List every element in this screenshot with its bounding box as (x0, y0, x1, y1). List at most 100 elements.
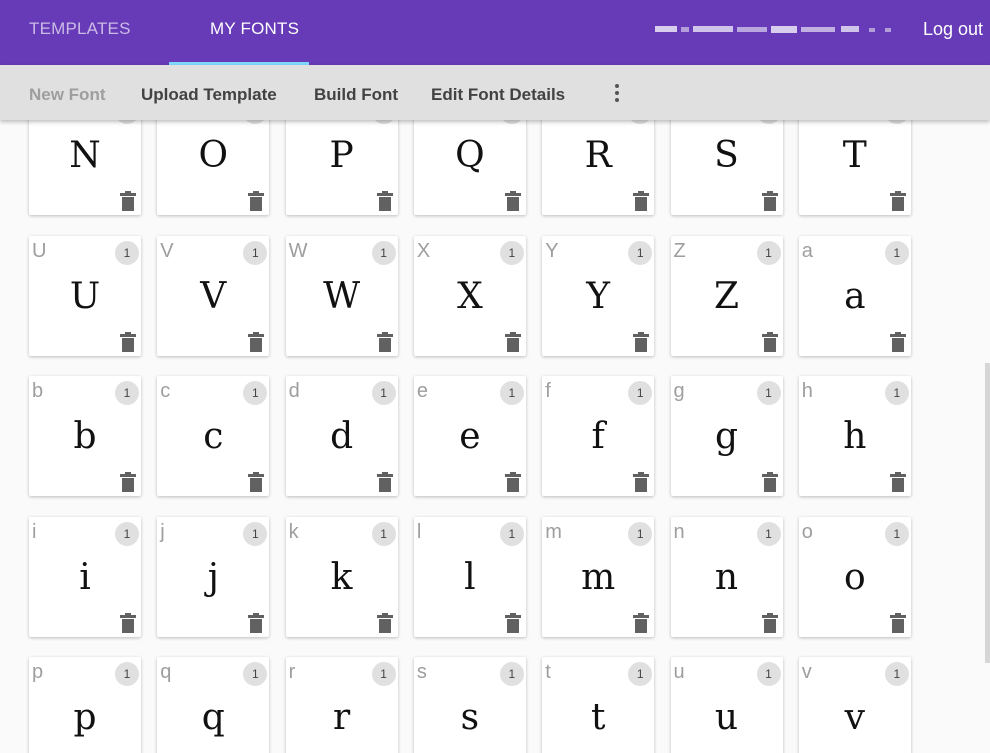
glyph-count-badge[interactable]: 1 (756, 521, 781, 546)
glyph-count-badge[interactable]: 1 (884, 521, 909, 546)
trash-icon[interactable] (504, 191, 522, 211)
glyph-card[interactable]: s1s (413, 657, 526, 753)
trash-icon[interactable] (632, 331, 650, 352)
glyph-card[interactable]: Z1Z (670, 235, 783, 356)
trash-icon[interactable] (247, 191, 265, 211)
trash-icon[interactable] (761, 331, 779, 352)
glyph-card[interactable]: g1g (670, 376, 783, 496)
glyph-count-badge[interactable]: 1 (115, 381, 139, 405)
glyph-count-badge[interactable]: 1 (628, 381, 653, 405)
trash-icon[interactable] (376, 472, 394, 492)
edit-font-details-button[interactable]: Edit Font Details (431, 65, 565, 120)
glyph-count-badge[interactable]: 1 (756, 240, 781, 265)
trash-icon[interactable] (889, 472, 907, 492)
glyph-count-badge[interactable]: 1 (499, 240, 524, 265)
glyph-card[interactable]: c1c (157, 376, 270, 496)
glyph-card[interactable]: b1b (29, 376, 141, 496)
glyph-card[interactable]: T 1 T (798, 120, 911, 215)
glyph-count-badge[interactable]: 1 (243, 662, 268, 686)
glyph-card[interactable]: t1t (542, 657, 655, 753)
glyph-count-badge[interactable]: 1 (756, 381, 781, 405)
trash-icon[interactable] (247, 331, 265, 352)
glyph-count-badge[interactable]: 1 (243, 120, 268, 124)
logout-button[interactable]: Log out (923, 0, 983, 58)
glyph-count-badge[interactable]: 1 (756, 120, 781, 124)
trash-icon[interactable] (119, 331, 137, 352)
glyph-card[interactable]: e1e (413, 376, 526, 496)
glyph-card[interactable]: N 1 N (29, 120, 141, 215)
glyph-count-badge[interactable]: 1 (371, 120, 396, 124)
glyph-card[interactable]: h1h (798, 376, 911, 496)
glyph-count-badge[interactable]: 1 (115, 662, 139, 686)
trash-icon[interactable] (632, 612, 650, 633)
trash-icon[interactable] (247, 612, 265, 633)
glyph-count-badge[interactable]: 1 (371, 521, 396, 546)
glyph-card[interactable]: X1X (413, 235, 526, 356)
glyph-count-badge[interactable]: 1 (243, 381, 268, 405)
trash-icon[interactable] (761, 191, 779, 211)
glyph-card[interactable]: u1u (670, 657, 783, 753)
glyph-card[interactable]: O 1 O (157, 120, 270, 215)
glyph-count-badge[interactable]: 1 (115, 521, 139, 546)
glyph-card[interactable]: v1v (798, 657, 911, 753)
trash-icon[interactable] (376, 191, 394, 211)
glyph-card[interactable]: k1k (285, 516, 398, 637)
glyph-count-badge[interactable]: 1 (499, 521, 524, 546)
trash-icon[interactable] (247, 472, 265, 492)
glyph-card[interactable]: V1V (157, 235, 270, 356)
trash-icon[interactable] (761, 612, 779, 633)
glyph-card[interactable]: a1a (798, 235, 911, 356)
new-font-button[interactable]: New Font (29, 65, 106, 120)
glyph-count-badge[interactable]: 1 (371, 662, 396, 686)
trash-icon[interactable] (376, 612, 394, 633)
glyph-card[interactable]: i1i (29, 516, 141, 637)
glyph-count-badge[interactable]: 1 (499, 662, 524, 686)
glyph-card[interactable]: S 1 S (670, 120, 783, 215)
glyph-card[interactable]: R 1 R (542, 120, 655, 215)
trash-icon[interactable] (504, 612, 522, 633)
glyph-card[interactable]: P 1 P (285, 120, 398, 215)
trash-icon[interactable] (889, 331, 907, 352)
trash-icon[interactable] (889, 612, 907, 633)
trash-icon[interactable] (119, 191, 137, 211)
glyph-count-badge[interactable]: 1 (628, 240, 653, 265)
glyph-card[interactable]: l1l (413, 516, 526, 637)
glyph-count-badge[interactable]: 1 (628, 662, 653, 686)
glyph-card[interactable]: q1q (157, 657, 270, 753)
glyph-card[interactable]: f1f (542, 376, 655, 496)
glyph-count-badge[interactable]: 1 (628, 120, 653, 124)
trash-icon[interactable] (632, 472, 650, 492)
glyph-count-badge[interactable]: 1 (499, 381, 524, 405)
glyph-card[interactable]: m1m (542, 516, 655, 637)
glyph-card[interactable]: W1W (285, 235, 398, 356)
glyph-count-badge[interactable]: 1 (628, 521, 653, 546)
glyph-count-badge[interactable]: 1 (884, 240, 909, 265)
scrollbar[interactable] (985, 363, 990, 663)
build-font-button[interactable]: Build Font (314, 65, 398, 120)
glyph-count-badge[interactable]: 1 (756, 662, 781, 686)
trash-icon[interactable] (504, 472, 522, 492)
tab-my-fonts[interactable]: MY FONTS (210, 0, 299, 65)
glyph-card[interactable]: Q 1 Q (413, 120, 526, 215)
glyph-count-badge[interactable]: 1 (499, 120, 524, 124)
glyph-count-badge[interactable]: 1 (371, 381, 396, 405)
glyph-card[interactable]: Y1Y (542, 235, 655, 356)
glyph-card[interactable]: o1o (798, 516, 911, 637)
glyph-count-badge[interactable]: 1 (884, 120, 909, 124)
trash-icon[interactable] (889, 191, 907, 211)
trash-icon[interactable] (504, 331, 522, 352)
more-vert-icon[interactable] (612, 84, 622, 104)
glyph-card[interactable]: r1r (285, 657, 398, 753)
glyph-count-badge[interactable]: 1 (115, 120, 139, 124)
upload-template-button[interactable]: Upload Template (141, 65, 277, 120)
glyph-count-badge[interactable]: 1 (884, 381, 909, 405)
glyph-count-badge[interactable]: 1 (115, 240, 139, 265)
glyph-card[interactable]: U1U (29, 235, 141, 356)
tab-templates[interactable]: TEMPLATES (29, 0, 131, 65)
glyph-count-badge[interactable]: 1 (243, 521, 268, 546)
trash-icon[interactable] (119, 472, 137, 492)
trash-icon[interactable] (761, 472, 779, 492)
glyph-card[interactable]: p1p (29, 657, 141, 753)
glyph-card[interactable]: n1n (670, 516, 783, 637)
glyph-card[interactable]: j1j (157, 516, 270, 637)
